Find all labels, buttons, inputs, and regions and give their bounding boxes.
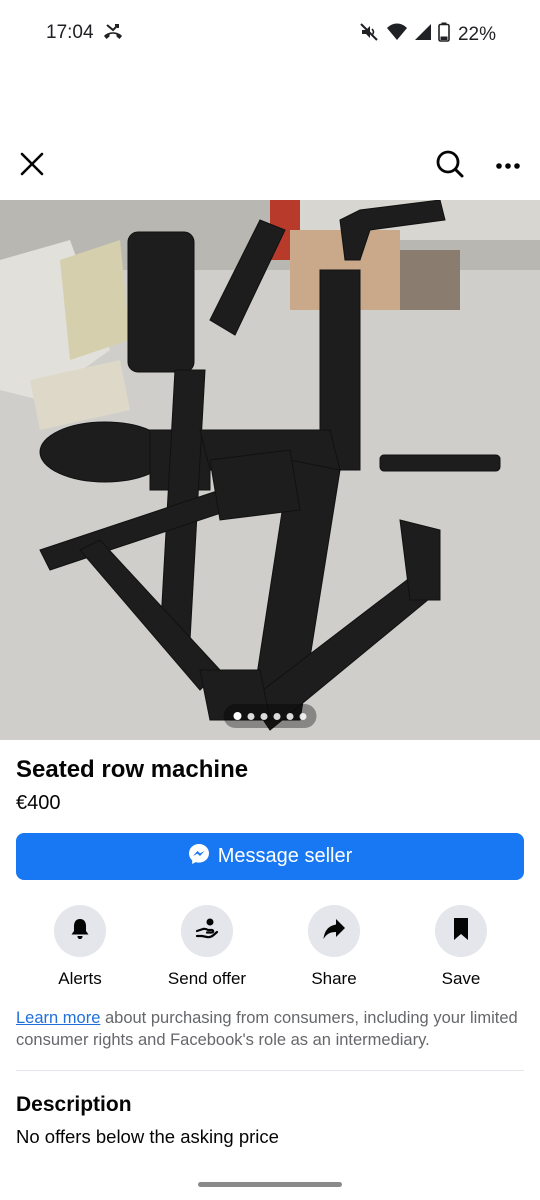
status-bar: 17:04 22% (0, 0, 540, 66)
top-nav (0, 140, 540, 194)
battery-icon (438, 22, 450, 47)
consumer-rights-notice: Learn more about purchasing from consume… (16, 1007, 526, 1051)
more-options-button[interactable] (488, 146, 528, 186)
bell-icon (68, 917, 92, 946)
pager-dot[interactable] (286, 712, 294, 720)
divider (16, 1070, 524, 1071)
share-circle[interactable] (308, 905, 360, 957)
share-label: Share (311, 969, 357, 988)
send-offer-circle[interactable] (181, 905, 233, 957)
pager-dot[interactable] (233, 712, 242, 720)
message-seller-button[interactable]: Message seller (16, 833, 524, 880)
save-button[interactable]: Save (401, 905, 521, 989)
search-button[interactable] (430, 146, 470, 186)
wifi-icon (386, 22, 408, 47)
status-time: 17:04 (46, 22, 94, 43)
pager-dot[interactable] (260, 712, 268, 720)
product-photo-illustration (0, 200, 540, 740)
pager-dot[interactable] (273, 712, 281, 720)
share-arrow-icon (322, 918, 346, 945)
pager-dot[interactable] (299, 712, 307, 720)
more-icon (495, 157, 521, 175)
messenger-icon (188, 843, 210, 871)
battery-percent: 22% (457, 23, 496, 45)
action-row: Alerts Send offer Share Save (0, 905, 540, 995)
close-button[interactable] (12, 146, 52, 186)
description-text: No offers below the asking price (16, 1126, 279, 1147)
image-pager[interactable] (223, 704, 317, 728)
learn-more-link[interactable]: Learn more (16, 1009, 100, 1027)
save-label: Save (441, 969, 481, 988)
listing-price: €400 (16, 792, 61, 814)
alerts-circle[interactable] (54, 905, 106, 957)
listing-title: Seated row machine (16, 756, 249, 783)
search-icon (435, 149, 465, 184)
signal-icon (414, 22, 432, 47)
alerts-button[interactable]: Alerts (20, 905, 140, 989)
alerts-label: Alerts (58, 969, 102, 988)
share-button[interactable]: Share (274, 905, 394, 989)
pager-dot[interactable] (247, 712, 255, 720)
close-icon (20, 152, 44, 181)
status-icons: 22% (358, 21, 496, 48)
save-circle[interactable] (435, 905, 487, 957)
bookmark-icon (452, 917, 470, 946)
missed-call-icon (101, 22, 125, 44)
send-offer-button[interactable]: Send offer (147, 905, 267, 989)
mute-icon (358, 21, 380, 48)
description-heading: Description (16, 1093, 132, 1116)
message-seller-label: Message seller (217, 845, 353, 867)
product-photo[interactable] (0, 200, 540, 740)
send-offer-icon (194, 916, 220, 947)
send-offer-label: Send offer (167, 969, 247, 988)
home-indicator[interactable] (198, 1182, 342, 1187)
